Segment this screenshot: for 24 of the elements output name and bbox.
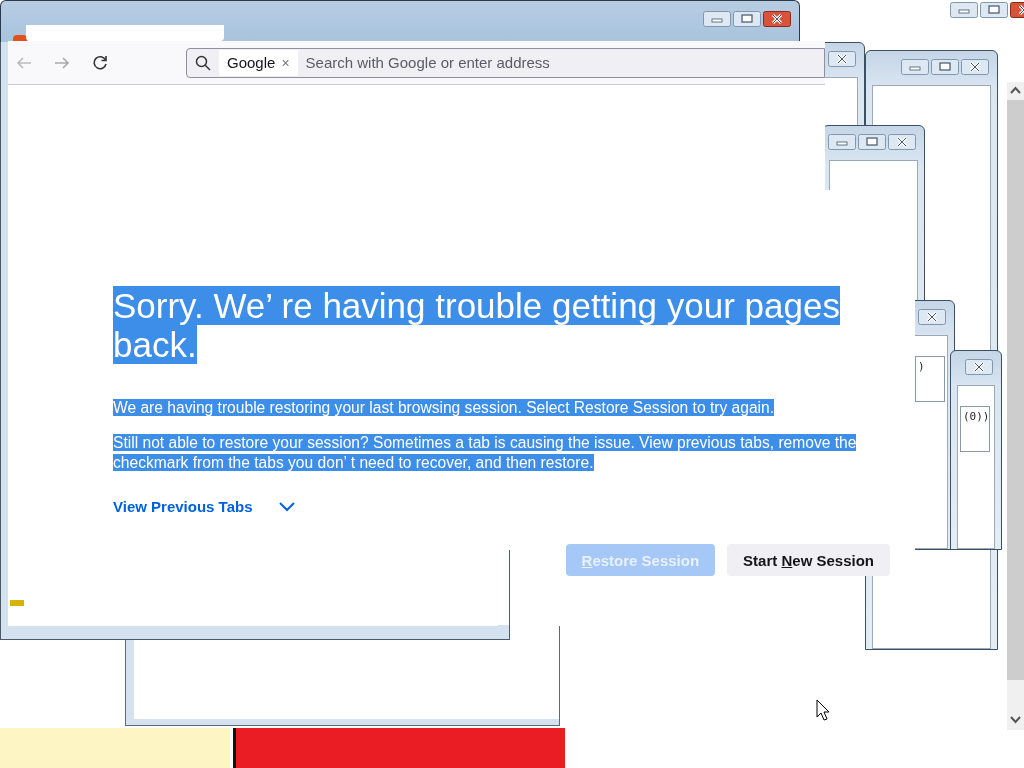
- chevron-down-icon: [278, 501, 295, 512]
- maximize-icon[interactable]: [931, 59, 959, 75]
- minimize-icon[interactable]: [901, 59, 929, 75]
- start-new-session-button[interactable]: Start New Session: [727, 544, 890, 576]
- close-icon[interactable]: [961, 59, 989, 75]
- view-previous-tabs-link[interactable]: View Previous Tabs: [113, 498, 295, 515]
- minimize-icon[interactable]: [703, 11, 731, 27]
- close-icon[interactable]: [888, 134, 916, 150]
- close-icon[interactable]: [918, 309, 946, 325]
- close-icon[interactable]: [763, 11, 791, 27]
- close-icon[interactable]: [965, 359, 993, 375]
- address-bar[interactable]: Google × Search with Google or enter address: [186, 47, 825, 78]
- search-engine-chip[interactable]: Google ×: [219, 49, 298, 76]
- scroll-up-icon[interactable]: [1010, 86, 1021, 94]
- minimize-icon[interactable]: [950, 2, 978, 18]
- minimize-icon[interactable]: [828, 134, 856, 150]
- small-icon: [10, 598, 24, 606]
- address-placeholder: Search with Google or enter address: [305, 54, 550, 71]
- scroll-down-icon[interactable]: [1010, 716, 1021, 724]
- close-icon[interactable]: [828, 51, 856, 67]
- error-paragraph: We are having trouble restoring your last browsing session. Select Restore Session to try again.: [113, 398, 776, 418]
- search-icon: [195, 54, 211, 71]
- mouse-cursor-icon: [816, 699, 832, 723]
- maximize-icon[interactable]: [858, 134, 886, 150]
